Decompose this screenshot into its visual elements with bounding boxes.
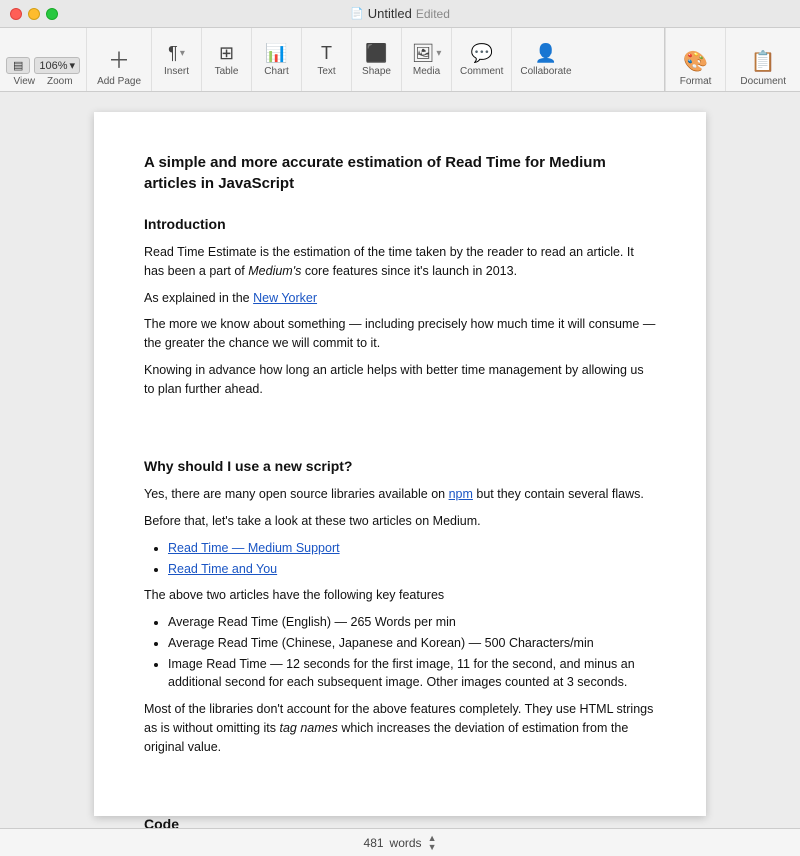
- table-label: Table: [215, 66, 239, 77]
- shape-icon: ⬛: [365, 43, 387, 64]
- insert-label: Insert: [164, 66, 189, 77]
- intro-para-4: Knowing in advance how long an article h…: [144, 361, 656, 399]
- chart-label: Chart: [264, 66, 288, 77]
- feature-1: Average Read Time (English) — 265 Words …: [168, 613, 656, 632]
- table-icon: ⊞: [219, 43, 234, 64]
- read-time-you-link[interactable]: Read Time and You: [168, 562, 277, 576]
- feature-3: Image Read Time — 12 seconds for the fir…: [168, 655, 656, 693]
- toolbar: ▤ 106% ▾ View Zoom ＋ Add Page ¶ ▾ Insert…: [0, 28, 800, 92]
- document-icon-btn: 📋: [751, 49, 776, 74]
- word-count-label: words: [390, 836, 422, 850]
- features-intro: The above two articles have the followin…: [144, 586, 656, 605]
- view-zoom-group[interactable]: ▤ 106% ▾ View Zoom: [0, 28, 87, 91]
- traffic-lights: [10, 8, 58, 20]
- insert-chevron-icon: ▾: [180, 48, 185, 59]
- why-para-1: Yes, there are many open source librarie…: [144, 485, 656, 504]
- zoom-value: 106%: [39, 60, 67, 72]
- medium-link-2: Read Time and You: [168, 560, 656, 579]
- minimize-button[interactable]: [28, 8, 40, 20]
- add-page-icon: ＋: [108, 43, 130, 75]
- medium-links-list: Read Time — Medium Support Read Time and…: [168, 539, 656, 579]
- section-why-heading: Why should I use a new script?: [144, 456, 656, 477]
- text-icon: T: [321, 43, 332, 64]
- document-label: Document: [740, 76, 786, 87]
- document-icon: 📄: [350, 7, 364, 20]
- format-icon: 🎨: [683, 49, 708, 74]
- media-chevron-icon: ▾: [436, 48, 441, 59]
- insert-group[interactable]: ¶ ▾ Insert: [152, 28, 202, 91]
- media-group[interactable]: 🖼 ▾ Media: [402, 28, 452, 91]
- shape-label: Shape: [362, 66, 391, 77]
- view-label: View: [14, 76, 36, 87]
- npm-link[interactable]: npm: [449, 487, 473, 501]
- medium-link-1: Read Time — Medium Support: [168, 539, 656, 558]
- intro-para-3: The more we know about something — inclu…: [144, 315, 656, 353]
- document-area[interactable]: A simple and more accurate estimation of…: [0, 92, 800, 856]
- zoom-chevron-icon: ▾: [70, 59, 76, 72]
- collaborate-label: Collaborate: [520, 66, 571, 77]
- right-toolbar: 🎨 Format 📋 Document: [664, 28, 800, 91]
- view-icon: ▤: [13, 60, 23, 72]
- collaborate-group[interactable]: 👤 Collaborate: [512, 28, 579, 91]
- format-button[interactable]: 🎨 Format: [665, 28, 726, 91]
- edit-status: Edited: [416, 7, 450, 21]
- word-count-bar: 481 words ▲ ▼: [0, 828, 800, 856]
- collaborate-icon: 👤: [535, 43, 557, 64]
- why-para-2: Before that, let's take a look at these …: [144, 512, 656, 531]
- shape-group[interactable]: ⬛ Shape: [352, 28, 402, 91]
- zoom-button[interactable]: 106% ▾: [34, 57, 80, 74]
- comment-group[interactable]: 💬 Comment: [452, 28, 512, 91]
- chart-group[interactable]: 📊 Chart: [252, 28, 302, 91]
- section-introduction-heading: Introduction: [144, 214, 656, 235]
- document-title: A simple and more accurate estimation of…: [144, 152, 656, 194]
- text-label: Text: [317, 66, 335, 77]
- media-label: Media: [413, 66, 440, 77]
- word-count-number: 481: [364, 836, 384, 850]
- format-label: Format: [680, 76, 712, 87]
- feature-2: Average Read Time (Chinese, Japanese and…: [168, 634, 656, 653]
- comment-label: Comment: [460, 66, 503, 77]
- zoom-label: Zoom: [47, 76, 73, 87]
- close-button[interactable]: [10, 8, 22, 20]
- comment-icon: 💬: [470, 43, 492, 64]
- chart-icon: 📊: [265, 43, 287, 64]
- arrow-down-icon: ▼: [428, 843, 437, 852]
- media-icon: 🖼: [412, 43, 435, 64]
- page[interactable]: A simple and more accurate estimation of…: [94, 112, 706, 816]
- document-button[interactable]: 📋 Document: [725, 28, 800, 91]
- intro-para-1: Read Time Estimate is the estimation of …: [144, 243, 656, 281]
- features-list: Average Read Time (English) — 265 Words …: [168, 613, 656, 692]
- table-group[interactable]: ⊞ Table: [202, 28, 252, 91]
- intro-para-2: As explained in the New Yorker: [144, 289, 656, 308]
- add-page-group[interactable]: ＋ Add Page: [87, 28, 152, 91]
- insert-icon: ¶: [168, 43, 178, 64]
- title-bar: 📄 Untitled Edited: [0, 0, 800, 28]
- window-title: 📄 Untitled Edited: [350, 6, 450, 21]
- read-time-medium-link[interactable]: Read Time — Medium Support: [168, 541, 340, 555]
- word-count-arrows[interactable]: ▲ ▼: [428, 834, 437, 852]
- add-page-label: Add Page: [97, 76, 141, 87]
- view-toggle-button[interactable]: ▤: [6, 57, 30, 74]
- new-yorker-link[interactable]: New Yorker: [253, 291, 317, 305]
- maximize-button[interactable]: [46, 8, 58, 20]
- text-group[interactable]: T Text: [302, 28, 352, 91]
- filename: Untitled: [368, 6, 412, 21]
- library-warning: Most of the libraries don't account for …: [144, 700, 656, 756]
